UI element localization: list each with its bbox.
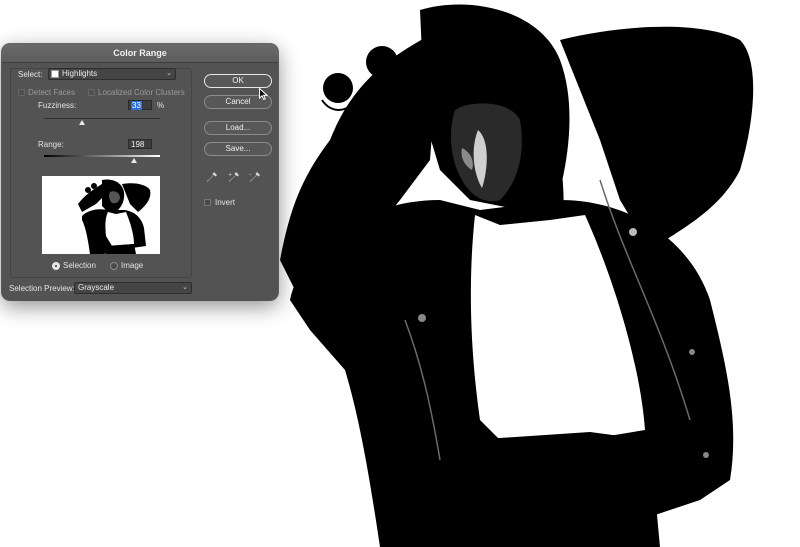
fuzziness-slider-track[interactable] <box>44 118 160 119</box>
chevron-down-icon: ⌄ <box>166 70 172 77</box>
svg-text:+: + <box>228 172 232 178</box>
svg-text:-: - <box>249 171 251 178</box>
range-label: Range: <box>38 140 64 149</box>
view-selection-label: Selection <box>63 261 96 270</box>
detect-faces-checkbox[interactable] <box>18 89 25 96</box>
detect-faces-label: Detect Faces <box>28 88 76 97</box>
selection-preview-thumbnail <box>42 176 160 254</box>
range-slider-thumb[interactable] <box>131 158 138 163</box>
color-range-dialog: Color Range Select: Highlights ⌄ Detect … <box>2 44 278 300</box>
fuzziness-unit: % <box>157 101 165 110</box>
eyedropper-icon[interactable] <box>206 171 218 183</box>
eyedropper-minus-icon[interactable]: - <box>249 171 261 183</box>
fuzziness-input[interactable]: 33 <box>128 100 152 110</box>
load-button[interactable]: Load... <box>204 121 272 135</box>
select-dropdown-value: Highlights <box>62 69 98 78</box>
view-image-label: Image <box>121 261 144 270</box>
view-image-radio[interactable] <box>110 262 118 270</box>
range-slider-track[interactable] <box>44 155 160 157</box>
selection-preview-dropdown[interactable]: Grayscale ⌄ <box>74 282 192 294</box>
invert-label: Invert <box>215 198 236 207</box>
view-selection-radio[interactable] <box>52 262 60 270</box>
color-swatch <box>51 70 59 78</box>
dialog-title[interactable]: Color Range <box>2 44 278 63</box>
invert-checkbox[interactable] <box>204 199 211 206</box>
ok-button[interactable]: OK <box>204 74 272 88</box>
fuzziness-label: Fuzziness: <box>38 101 77 110</box>
fuzziness-slider-thumb[interactable] <box>79 120 86 125</box>
mouse-cursor-icon <box>259 88 268 100</box>
localized-clusters-checkbox[interactable] <box>88 89 95 96</box>
select-label: Select: <box>18 70 43 79</box>
range-input[interactable]: 198 <box>128 139 152 149</box>
chevron-down-icon: ⌄ <box>182 284 188 291</box>
eyedropper-plus-icon[interactable]: + <box>228 171 240 183</box>
selection-preview-label: Selection Preview: <box>9 284 75 293</box>
save-button[interactable]: Save... <box>204 142 272 156</box>
select-dropdown[interactable]: Highlights ⌄ <box>48 68 176 80</box>
localized-clusters-label: Localized Color Clusters <box>98 88 185 97</box>
selection-preview-value: Grayscale <box>78 283 115 292</box>
